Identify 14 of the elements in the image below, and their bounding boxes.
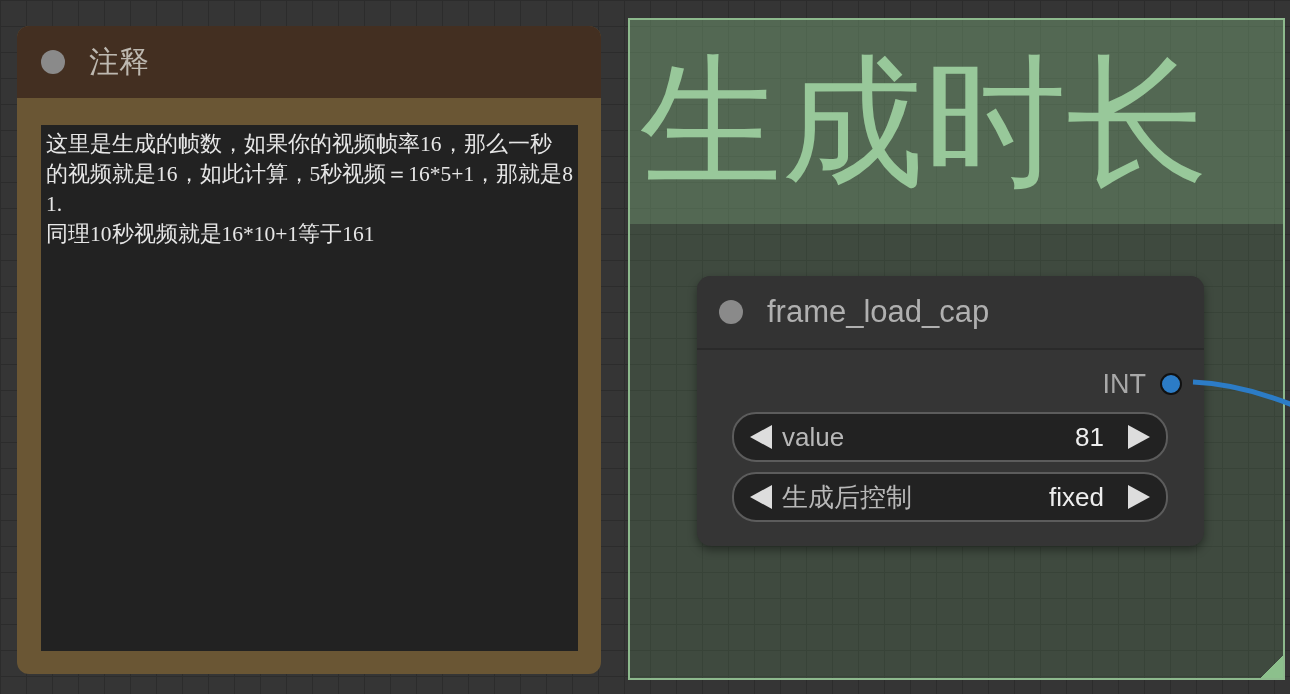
number-widget[interactable]: value 81 [732,412,1168,462]
output-socket-icon[interactable] [1160,373,1182,395]
number-widget[interactable]: 生成后控制 fixed [732,472,1168,522]
node-status-dot [719,300,743,324]
note-text-area[interactable]: 这里是生成的帧数，如果你的视频帧率16，那么一秒的视频就是16，如此计算，5秒视频＝16*5+1，那就是81. 同理10秒视频就是16*10+1等于161 [41,125,578,651]
node-status-dot [41,50,65,74]
left-arrow-icon[interactable] [750,425,772,449]
node-title: 注释 [89,43,149,80]
node-title: frame_load_cap [767,294,990,330]
right-arrow-icon[interactable] [1128,485,1150,509]
right-arrow-icon[interactable] [1128,425,1150,449]
output-label: INT [1102,368,1146,400]
left-arrow-icon[interactable] [750,485,772,509]
group-title: 生成时长 [640,51,1208,193]
